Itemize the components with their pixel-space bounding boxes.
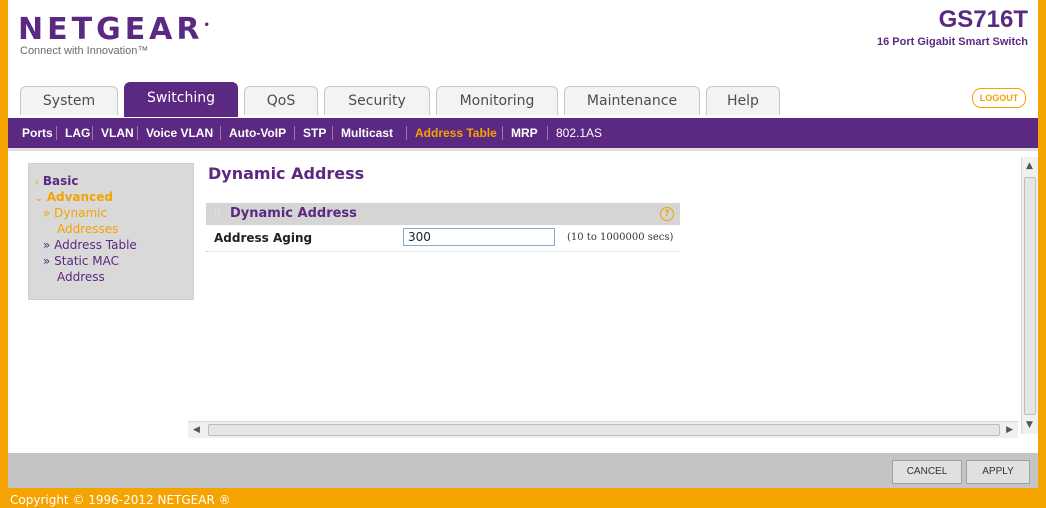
netgear-logo: NETGEAR• bbox=[18, 12, 210, 47]
subnav-lag[interactable]: LAG bbox=[65, 118, 90, 148]
subnav-mrp[interactable]: MRP bbox=[511, 118, 538, 148]
panel-title: Dynamic Address bbox=[230, 206, 357, 221]
subnav-auto-voip[interactable]: Auto-VoIP bbox=[229, 118, 286, 148]
subnav-voice-vlan[interactable]: Voice VLAN bbox=[146, 118, 213, 148]
subnav-separator bbox=[137, 126, 138, 140]
tab-security[interactable]: Security bbox=[324, 86, 430, 115]
address-aging-range: (10 to 1000000 secs) bbox=[567, 232, 674, 243]
address-aging-input[interactable] bbox=[403, 228, 555, 246]
tab-maintenance[interactable]: Maintenance bbox=[564, 86, 700, 115]
model-description: 16 Port Gigabit Smart Switch bbox=[877, 36, 1028, 48]
scroll-left-icon[interactable]: ◀ bbox=[193, 425, 200, 435]
scroll-down-icon[interactable]: ▼ bbox=[1026, 420, 1033, 430]
subnav-address-table[interactable]: Address Table bbox=[415, 118, 497, 148]
address-aging-label: Address Aging bbox=[214, 231, 313, 245]
vertical-scroll-thumb[interactable] bbox=[1024, 177, 1036, 415]
logout-button[interactable]: LOGOUT bbox=[972, 88, 1026, 108]
tab-switching[interactable]: Switching bbox=[124, 82, 238, 117]
horizontal-scrollbar[interactable]: ◀ ▶ bbox=[188, 421, 1018, 438]
cancel-button[interactable]: CANCEL bbox=[892, 460, 962, 484]
tagline: Connect with Innovation™ bbox=[20, 45, 149, 57]
subnav-separator bbox=[56, 126, 57, 140]
subnav-multicast[interactable]: Multicast bbox=[341, 118, 393, 148]
panel-header: :: Dynamic Address ? bbox=[206, 203, 680, 225]
subnav-separator bbox=[220, 126, 221, 140]
subnav-separator bbox=[502, 126, 503, 140]
button-bar: CANCEL APPLY bbox=[8, 453, 1038, 488]
subnav-separator bbox=[547, 126, 548, 140]
subnav-802-1as[interactable]: 802.1AS bbox=[556, 118, 602, 148]
tab-monitoring[interactable]: Monitoring bbox=[436, 86, 558, 115]
nav-static-mac-address[interactable]: » Static MAC bbox=[43, 254, 119, 268]
subnav-vlan[interactable]: VLAN bbox=[101, 118, 134, 148]
apply-button[interactable]: APPLY bbox=[966, 460, 1030, 484]
subnav-stp[interactable]: STP bbox=[303, 118, 326, 148]
nav-dynamic-addresses[interactable]: » Dynamic bbox=[43, 206, 107, 220]
content-area: › Basic ⌄ Advanced » Dynamic Addresses »… bbox=[8, 148, 1038, 453]
tab-help[interactable]: Help bbox=[706, 86, 780, 115]
scroll-up-icon[interactable]: ▲ bbox=[1026, 161, 1033, 171]
copyright: Copyright © 1996-2012 NETGEAR ® bbox=[10, 493, 231, 507]
nav-basic[interactable]: › Basic bbox=[35, 174, 79, 188]
scroll-right-icon[interactable]: ▶ bbox=[1006, 425, 1013, 435]
header: NETGEAR• Connect with Innovation™ GS716T… bbox=[8, 0, 1038, 118]
model-name: GS716T bbox=[938, 6, 1028, 33]
left-navigation: › Basic ⌄ Advanced » Dynamic Addresses »… bbox=[28, 163, 194, 300]
horizontal-scroll-thumb[interactable] bbox=[208, 424, 1000, 436]
subnav-ports[interactable]: Ports bbox=[22, 118, 53, 148]
grip-icon: :: bbox=[214, 208, 221, 218]
subnav-separator bbox=[294, 126, 295, 140]
nav-address-table[interactable]: » Address Table bbox=[43, 238, 137, 252]
page-title: Dynamic Address bbox=[208, 164, 365, 183]
chevron-down-icon: ⌄ bbox=[35, 194, 43, 204]
chevron-right-icon: › bbox=[35, 178, 39, 188]
app-frame: NETGEAR• Connect with Innovation™ GS716T… bbox=[0, 0, 1046, 508]
tab-qos[interactable]: QoS bbox=[244, 86, 318, 115]
nav-static-mac-address-line2[interactable]: Address bbox=[57, 270, 105, 284]
dynamic-address-panel: :: Dynamic Address ? Address Aging (10 t… bbox=[206, 203, 680, 257]
subnav-separator bbox=[406, 126, 407, 140]
subnav-separator bbox=[92, 126, 93, 140]
tab-system[interactable]: System bbox=[20, 86, 118, 115]
address-aging-row: Address Aging (10 to 1000000 secs) bbox=[206, 225, 680, 252]
subnav-separator bbox=[332, 126, 333, 140]
help-icon[interactable]: ? bbox=[660, 207, 674, 221]
sub-navigation: Ports LAG VLAN Voice VLAN Auto-VoIP STP … bbox=[8, 118, 1038, 148]
vertical-scrollbar[interactable]: ▲ ▼ bbox=[1021, 157, 1038, 434]
nav-advanced[interactable]: ⌄ Advanced bbox=[35, 190, 113, 204]
nav-dynamic-addresses-line2[interactable]: Addresses bbox=[57, 222, 118, 236]
